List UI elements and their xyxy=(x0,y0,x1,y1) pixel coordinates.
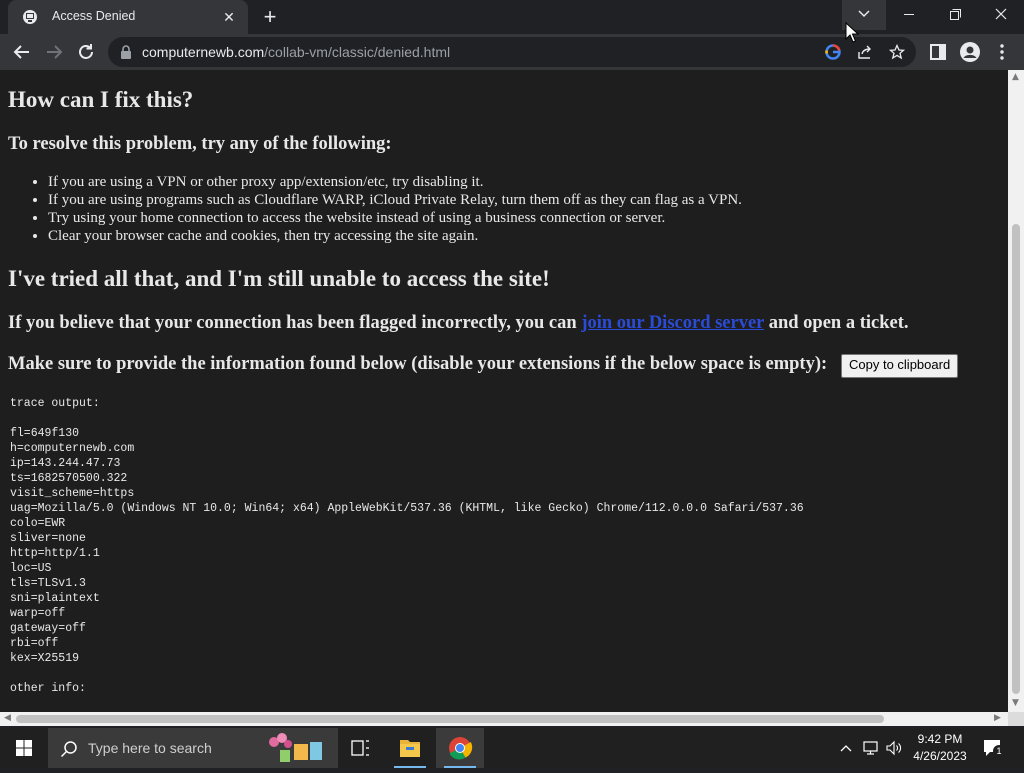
clock-date: 4/26/2023 xyxy=(913,749,967,763)
search-highlight-icon xyxy=(269,733,322,762)
close-window-button[interactable] xyxy=(978,0,1024,30)
share-icon[interactable] xyxy=(857,44,873,60)
heading-how-to-fix: How can I fix this? xyxy=(8,87,194,112)
site-favicon-icon xyxy=(23,10,37,24)
reload-icon[interactable] xyxy=(74,40,98,64)
file-explorer-button[interactable] xyxy=(386,728,434,768)
lock-icon[interactable] xyxy=(120,45,132,59)
notification-count-badge: 1 xyxy=(993,745,1005,757)
taskbar-search-box[interactable]: Type here to search xyxy=(48,728,338,768)
windows-logo-icon xyxy=(16,740,32,756)
side-panel-icon[interactable] xyxy=(926,40,950,64)
start-button[interactable] xyxy=(0,728,48,768)
menu-kebab-icon[interactable] xyxy=(990,40,1014,64)
task-view-icon xyxy=(351,740,369,756)
browser-toolbar: computernewb.com/collab-vm/classic/denie… xyxy=(0,34,1024,70)
search-icon xyxy=(60,741,77,758)
restore-button[interactable] xyxy=(932,0,978,30)
subheading-resolve: To resolve this problem, try any of the … xyxy=(8,134,392,154)
flagged-text-after: and open a ticket. xyxy=(764,313,909,333)
close-icon xyxy=(995,8,1007,20)
flagged-text-before: If you believe that your connection has … xyxy=(8,313,582,333)
scroll-down-icon[interactable]: ▼ xyxy=(1012,698,1019,708)
taskbar-clock[interactable]: 9:42 PM 4/26/2023 xyxy=(904,731,976,765)
forward-arrow-icon[interactable] xyxy=(42,40,66,64)
chrome-taskbar-button[interactable] xyxy=(436,728,484,768)
url-path: /collab-vm/classic/denied.html xyxy=(264,44,451,60)
windows-taskbar: Type here to search 9:42 PM 4/26/2023 1 xyxy=(0,728,1024,768)
flagged-paragraph: If you believe that your connection has … xyxy=(8,313,909,334)
tab-access-denied[interactable]: Access Denied ✕ xyxy=(8,0,248,34)
tab-title: Access Denied xyxy=(52,9,136,23)
task-view-button[interactable] xyxy=(336,728,384,768)
folder-icon xyxy=(400,740,420,757)
search-placeholder: Type here to search xyxy=(88,740,212,756)
minimize-icon xyxy=(904,14,914,15)
volume-icon[interactable] xyxy=(885,740,903,756)
mouse-cursor-icon xyxy=(845,22,859,43)
address-bar[interactable]: computernewb.com/collab-vm/classic/denie… xyxy=(108,37,916,67)
trace-output: trace output: fl=649f130 h=computernewb.… xyxy=(10,397,804,695)
chrome-icon xyxy=(449,737,473,760)
notifications-button[interactable]: 1 xyxy=(982,738,1005,758)
discord-link[interactable]: join our Discord server xyxy=(581,313,764,333)
copy-to-clipboard-button[interactable]: Copy to clipboard xyxy=(841,354,959,378)
tips-list: If you are using a VPN or other proxy ap… xyxy=(8,173,742,245)
scroll-up-icon[interactable]: ▲ xyxy=(1012,72,1019,82)
tab-close-icon[interactable]: ✕ xyxy=(220,8,238,26)
horizontal-scroll-thumb[interactable] xyxy=(16,715,884,723)
url-text: computernewb.com/collab-vm/classic/denie… xyxy=(142,44,450,60)
new-tab-button[interactable]: + xyxy=(258,5,282,29)
list-item: Try using your home connection to access… xyxy=(48,209,742,227)
vertical-scroll-thumb[interactable] xyxy=(1012,224,1020,694)
scroll-left-icon[interactable]: ◀ xyxy=(4,713,11,723)
scrollbar-corner xyxy=(1008,712,1024,726)
page-viewport: How can I fix this? To resolve this prob… xyxy=(0,70,1008,712)
network-icon[interactable] xyxy=(862,740,880,756)
scroll-right-icon[interactable]: ▶ xyxy=(994,713,1001,723)
minimize-button[interactable] xyxy=(886,0,932,30)
google-lens-icon[interactable] xyxy=(825,44,841,60)
chevron-up-icon[interactable] xyxy=(838,741,854,755)
bookmark-star-icon[interactable] xyxy=(889,44,905,60)
profile-avatar-icon[interactable] xyxy=(958,40,982,64)
back-arrow-icon[interactable] xyxy=(10,40,34,64)
list-item: Clear your browser cache and cookies, th… xyxy=(48,227,742,245)
list-item: If you are using a VPN or other proxy ap… xyxy=(48,173,742,191)
url-host: computernewb.com xyxy=(142,44,265,60)
vertical-scrollbar[interactable]: ▲ ▼ xyxy=(1008,70,1024,712)
horizontal-scrollbar[interactable]: ◀ ▶ xyxy=(0,712,1008,726)
tab-strip: Access Denied ✕ + xyxy=(0,0,1024,34)
restore-icon xyxy=(950,9,961,20)
heading-still-unable: I've tried all that, and I'm still unabl… xyxy=(8,266,550,291)
list-item: If you are using programs such as Cloudf… xyxy=(48,191,742,209)
provide-info-text: Make sure to provide the information fou… xyxy=(8,354,828,374)
clock-time: 9:42 PM xyxy=(917,732,963,746)
